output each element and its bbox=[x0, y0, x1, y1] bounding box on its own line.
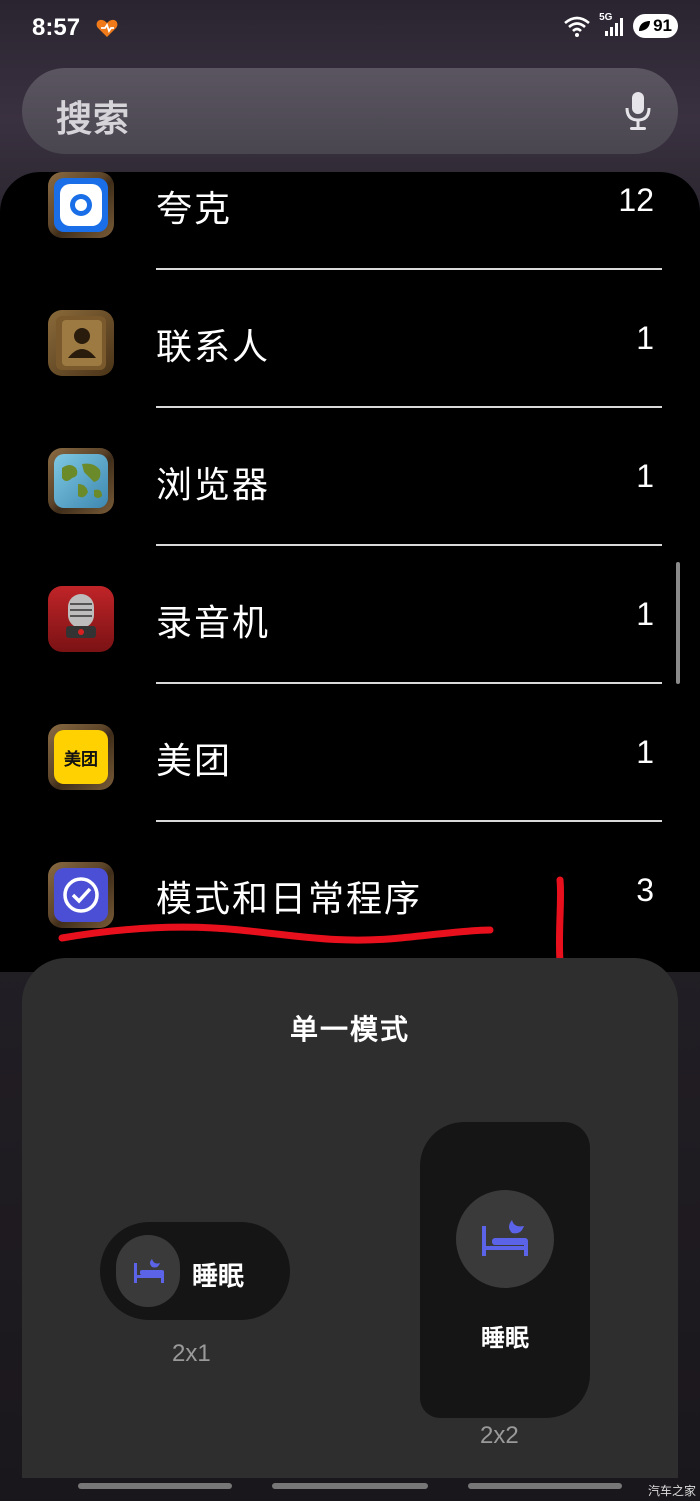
battery-level: 91 bbox=[653, 16, 672, 35]
search-bar[interactable]: 搜索 bbox=[22, 68, 678, 154]
widget-label: 睡眠 bbox=[481, 1325, 529, 1352]
search-placeholder: 搜索 bbox=[56, 98, 131, 139]
app-name: 联系人 bbox=[156, 326, 271, 367]
app-count: 1 bbox=[636, 596, 654, 632]
bottom-indicator-bars bbox=[0, 1480, 700, 1501]
app-name: 浏览器 bbox=[156, 464, 271, 505]
battery-indicator: 91 bbox=[633, 14, 678, 38]
app-count: 1 bbox=[636, 458, 654, 494]
status-icons: 5G 91 bbox=[563, 12, 678, 38]
widget-size-label: 2x1 bbox=[172, 1340, 211, 1367]
contacts-icon bbox=[48, 310, 114, 376]
sheet-title: 单一模式 bbox=[289, 1014, 410, 1045]
wifi-icon bbox=[564, 16, 590, 37]
app-count: 1 bbox=[636, 734, 654, 770]
leaf-icon bbox=[639, 21, 651, 31]
app-count: 12 bbox=[618, 182, 654, 218]
app-name: 模式和日常程序 bbox=[156, 878, 423, 919]
divider bbox=[156, 268, 662, 270]
app-name: 夸克 bbox=[156, 188, 233, 229]
divider bbox=[156, 682, 662, 684]
recorder-mic-icon bbox=[48, 586, 114, 652]
app-name: 录音机 bbox=[156, 602, 271, 643]
cellular-signal-icon: 5G bbox=[599, 12, 625, 38]
bed-moon-icon bbox=[134, 1259, 164, 1283]
status-time: 8:57 bbox=[32, 14, 81, 41]
nav-bar-segment bbox=[272, 1483, 428, 1489]
widget-icon-circle bbox=[456, 1190, 554, 1288]
browser-globe-icon bbox=[48, 448, 114, 514]
health-heart-icon bbox=[96, 19, 118, 37]
app-name: 美团 bbox=[156, 740, 233, 781]
app-usage-list[interactable]: 夸克 12 联系人 1 浏览器 1 录音机 1 美团 美团 1 模式和日常程序 … bbox=[0, 172, 700, 972]
status-bar: 8:57 5G 91 bbox=[0, 0, 700, 60]
bed-moon-icon bbox=[482, 1220, 528, 1256]
widget-label: 睡眠 bbox=[192, 1261, 245, 1291]
sleep-widget-2x1[interactable]: 睡眠 bbox=[100, 1222, 290, 1320]
divider bbox=[156, 544, 662, 546]
quark-icon bbox=[48, 172, 114, 238]
widget-icon-circle bbox=[116, 1235, 180, 1307]
app-count: 3 bbox=[636, 872, 654, 908]
divider bbox=[156, 820, 662, 822]
microphone-icon[interactable] bbox=[624, 90, 652, 132]
meituan-icon: 美团 bbox=[48, 724, 114, 790]
nav-bar-segment bbox=[78, 1483, 232, 1489]
modes-routines-icon bbox=[48, 862, 114, 928]
nav-bar-segment bbox=[468, 1483, 622, 1489]
widget-size-label: 2x2 bbox=[480, 1422, 519, 1449]
sleep-widget-2x2[interactable]: 睡眠 bbox=[420, 1122, 590, 1418]
widget-sheet: 单一模式 睡眠 2x1 睡眠 2x2 bbox=[22, 958, 678, 1478]
app-count: 1 bbox=[636, 320, 654, 356]
watermark: 汽车之家 bbox=[647, 1484, 696, 1498]
divider bbox=[156, 406, 662, 408]
meituan-icon-text: 美团 bbox=[64, 749, 98, 769]
